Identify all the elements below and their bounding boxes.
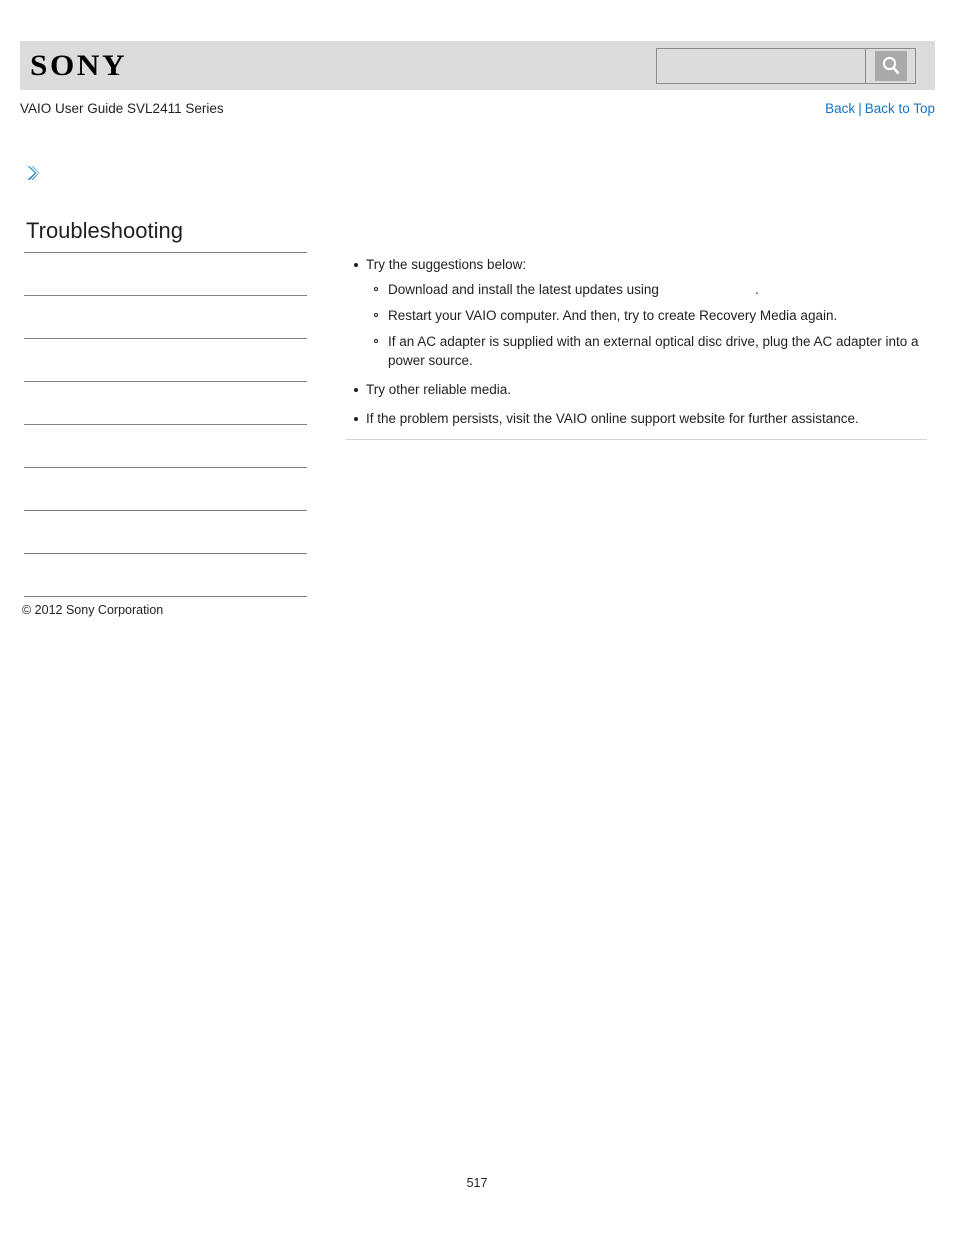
content-divider: [346, 439, 927, 440]
page-title: Troubleshooting: [26, 218, 183, 243]
header-nav-links: Back | Back to Top: [825, 101, 935, 116]
list-item: If an AC adapter is supplied with an ext…: [366, 332, 934, 370]
copyright-notice: © 2012 Sony Corporation: [22, 603, 164, 617]
nav-separator: |: [858, 101, 862, 116]
bullet-text: Try other reliable media.: [366, 382, 512, 397]
document-page: SONY VAIO User Guide SVL2411 Series Back…: [0, 0, 954, 1235]
search-icon: [874, 50, 907, 81]
sidebar-item-2[interactable]: [24, 296, 307, 340]
search-input[interactable]: [657, 48, 865, 83]
list-item: If the problem persists, visit the VAIO …: [346, 409, 934, 428]
site-header: SONY: [20, 41, 935, 90]
list-item: Restart your VAIO computer. And then, tr…: [366, 306, 934, 325]
subheader-bar: VAIO User Guide SVL2411 Series Back | Back…: [20, 101, 935, 121]
sidebar-item-4[interactable]: [24, 382, 307, 426]
sidebar-item-6[interactable]: [24, 468, 307, 512]
suggestion-list: Try the suggestions below: Download and …: [346, 255, 934, 428]
back-link[interactable]: Back: [825, 101, 855, 116]
sidebar: Troubleshooting: [24, 218, 307, 598]
sidebar-item-8[interactable]: [24, 554, 307, 598]
back-to-top-link[interactable]: Back to Top: [865, 101, 935, 116]
sub-suggestion-list: Download and install the latest updates …: [366, 280, 934, 370]
list-item: Try other reliable media.: [346, 380, 934, 399]
sidebar-nav-list: [24, 252, 307, 598]
search-box[interactable]: [656, 47, 916, 84]
bullet-text: Try the suggestions below:: [366, 257, 527, 272]
search-button[interactable]: [865, 48, 915, 83]
sony-logo: SONY: [30, 48, 128, 82]
guide-title: VAIO User Guide SVL2411 Series: [20, 101, 224, 116]
bullet-text: If the problem persists, visit the VAIO …: [366, 411, 859, 426]
sidebar-item-5[interactable]: [24, 425, 307, 469]
chevron-right-icon[interactable]: [23, 163, 43, 183]
sub-bullet-text: Restart your VAIO computer. And then, tr…: [388, 308, 838, 323]
page-number: 517: [466, 1176, 488, 1190]
list-item: Try the suggestions below: Download and …: [346, 255, 934, 370]
sub-bullet-text: If an AC adapter is supplied with an ext…: [388, 334, 919, 368]
sidebar-item-1[interactable]: [24, 253, 307, 297]
list-item: Download and install the latest updates …: [366, 280, 934, 299]
sidebar-item-3[interactable]: [24, 339, 307, 383]
sub-bullet-text: Download and install the latest updates …: [388, 282, 659, 297]
sub-bullet-text-after: .: [754, 282, 759, 297]
sidebar-item-7[interactable]: [24, 511, 307, 555]
main-content: Try the suggestions below: Download and …: [346, 255, 934, 438]
